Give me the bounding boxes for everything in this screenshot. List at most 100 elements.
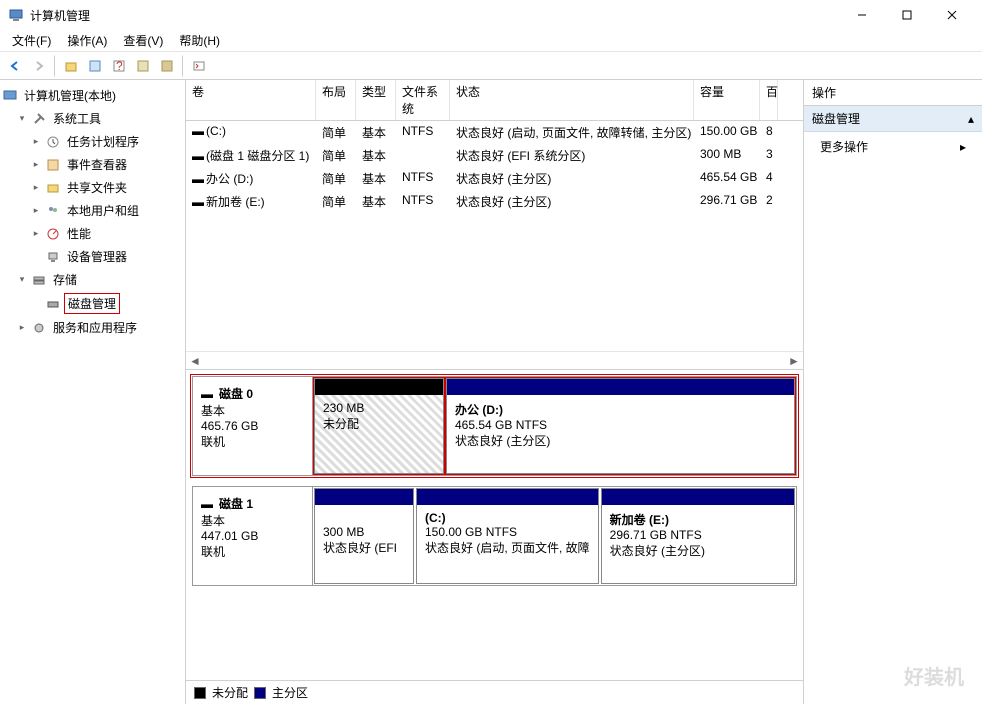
up-button[interactable] [60, 55, 82, 77]
toolbar-separator [182, 55, 184, 77]
expand-icon[interactable]: ▸ [30, 136, 42, 147]
disk-icon: ▬ [201, 497, 219, 511]
actions-pane: 操作 磁盘管理 ▴ 更多操作 ▸ [804, 80, 982, 704]
menubar: 文件(F) 操作(A) 查看(V) 帮助(H) [0, 30, 982, 52]
view-list-button[interactable] [132, 55, 154, 77]
refresh-button[interactable]: ? [108, 55, 130, 77]
actions-header: 操作 [804, 80, 982, 106]
chevron-right-icon: ▸ [960, 140, 966, 154]
horizontal-scrollbar[interactable]: ◄► [186, 351, 803, 369]
menu-action[interactable]: 操作(A) [59, 30, 115, 51]
volume-icon: ▬ [192, 195, 206, 209]
list-row[interactable]: ▬办公 (D:)简单基本NTFS状态良好 (主分区)465.54 GB4 [186, 167, 803, 190]
volume-icon: ▬ [192, 172, 206, 186]
col-filesystem[interactable]: 文件系统 [396, 80, 450, 120]
tree-services-apps[interactable]: ▸服务和应用程序 [2, 316, 183, 339]
forward-button[interactable] [28, 55, 50, 77]
tree-shared-folders[interactable]: ▸共享文件夹 [2, 176, 183, 199]
disk-row-1[interactable]: ▬磁盘 1 基本 447.01 GB 联机 300 MB状态良好 (EFI (C… [192, 486, 797, 586]
tree-storage[interactable]: ▾存储 [2, 268, 183, 291]
col-layout[interactable]: 布局 [316, 80, 356, 120]
window-title: 计算机管理 [30, 7, 90, 24]
legend-swatch-primary [254, 687, 266, 699]
partition-header-navy [447, 379, 794, 395]
expand-icon[interactable]: ▸ [16, 322, 28, 333]
legend-swatch-unallocated [194, 687, 206, 699]
volume-icon: ▬ [192, 124, 206, 138]
expand-icon[interactable]: ▸ [30, 205, 42, 216]
actions-more[interactable]: 更多操作 ▸ [804, 132, 982, 161]
tree-root[interactable]: 计算机管理(本地) [2, 84, 183, 107]
titlebar: 计算机管理 [0, 0, 982, 30]
legend: 未分配 主分区 [186, 680, 803, 704]
users-icon [45, 203, 61, 219]
tree-disk-management[interactable]: 磁盘管理 [2, 291, 183, 316]
tree-event-viewer[interactable]: ▸事件查看器 [2, 153, 183, 176]
tools-icon [31, 111, 47, 127]
expand-icon[interactable]: ▸ [30, 182, 42, 193]
maximize-button[interactable] [884, 0, 929, 30]
disk-icon [45, 296, 61, 312]
expand-icon[interactable]: ▸ [30, 228, 42, 239]
collapse-icon[interactable]: ▾ [16, 274, 28, 285]
disk-icon: ▬ [201, 387, 219, 401]
svg-text:?: ? [116, 59, 123, 73]
tree-performance[interactable]: ▸性能 [2, 222, 183, 245]
view-details-button[interactable] [156, 55, 178, 77]
list-body[interactable]: ▬(C:)简单基本NTFS状态良好 (启动, 页面文件, 故障转储, 主分区)1… [186, 121, 803, 351]
partition-header-black [315, 379, 443, 395]
list-header: 卷 布局 类型 文件系统 状态 容量 百 [186, 80, 803, 121]
col-extra[interactable]: 百 [760, 80, 778, 120]
storage-icon [31, 272, 47, 288]
partition-e[interactable]: 新加卷 (E:)296.71 GB NTFS状态良好 (主分区) [601, 488, 795, 584]
col-type[interactable]: 类型 [356, 80, 396, 120]
menu-view[interactable]: 查看(V) [115, 30, 171, 51]
chevron-up-icon: ▴ [968, 112, 974, 126]
partitions: 230 MB未分配 办公 (D:)465.54 GB NTFS状态良好 (主分区… [313, 377, 796, 475]
col-status[interactable]: 状态 [450, 80, 694, 120]
partitions: 300 MB状态良好 (EFI (C:)150.00 GB NTFS状态良好 (… [313, 487, 796, 585]
log-icon [45, 157, 61, 173]
scroll-left-icon[interactable]: ◄ [186, 354, 204, 368]
tree-task-scheduler[interactable]: ▸任务计划程序 [2, 130, 183, 153]
computer-icon [2, 88, 18, 104]
disk-info: ▬磁盘 1 基本 447.01 GB 联机 [193, 487, 313, 585]
partition-c[interactable]: (C:)150.00 GB NTFS状态良好 (启动, 页面文件, 故障 [416, 488, 599, 584]
back-button[interactable] [4, 55, 26, 77]
legend-label: 主分区 [272, 684, 308, 701]
legend-label: 未分配 [212, 684, 248, 701]
partition-efi[interactable]: 300 MB状态良好 (EFI [314, 488, 414, 584]
list-row[interactable]: ▬(磁盘 1 磁盘分区 1)简单基本状态良好 (EFI 系统分区)300 MB3 [186, 144, 803, 167]
list-row[interactable]: ▬(C:)简单基本NTFS状态良好 (启动, 页面文件, 故障转储, 主分区)1… [186, 121, 803, 144]
volume-list: 卷 布局 类型 文件系统 状态 容量 百 ▬(C:)简单基本NTFS状态良好 (… [186, 80, 803, 370]
tree-pane[interactable]: 计算机管理(本地) ▾ 系统工具 ▸任务计划程序 ▸事件查看器 ▸共享文件夹 ▸… [0, 80, 186, 704]
menu-help[interactable]: 帮助(H) [171, 30, 228, 51]
tree-system-tools[interactable]: ▾ 系统工具 [2, 107, 183, 130]
perf-icon [45, 226, 61, 242]
volume-icon: ▬ [192, 149, 206, 163]
close-button[interactable] [929, 0, 974, 30]
actions-section[interactable]: 磁盘管理 ▴ [804, 106, 982, 132]
col-volume[interactable]: 卷 [186, 80, 316, 120]
minimize-button[interactable] [839, 0, 884, 30]
clock-icon [45, 134, 61, 150]
menu-file[interactable]: 文件(F) [4, 30, 59, 51]
col-capacity[interactable]: 容量 [694, 80, 760, 120]
partition-header-navy [315, 489, 413, 505]
tree-local-users[interactable]: ▸本地用户和组 [2, 199, 183, 222]
center-pane: 卷 布局 类型 文件系统 状态 容量 百 ▬(C:)简单基本NTFS状态良好 (… [186, 80, 804, 704]
gear-icon [31, 320, 47, 336]
disk-row-0[interactable]: ▬磁盘 0 基本 465.76 GB 联机 230 MB未分配 办公 (D:)4… [192, 376, 797, 476]
list-row[interactable]: ▬新加卷 (E:)简单基本NTFS状态良好 (主分区)296.71 GB2 [186, 190, 803, 213]
toolbar-separator [54, 55, 56, 77]
partition-header-navy [417, 489, 598, 505]
properties-button[interactable] [84, 55, 106, 77]
partition-unallocated[interactable]: 230 MB未分配 [314, 378, 444, 474]
expand-icon[interactable]: ▸ [30, 159, 42, 170]
tree-device-manager[interactable]: 设备管理器 [2, 245, 183, 268]
collapse-icon[interactable]: ▾ [16, 113, 28, 124]
toolbar: ? [0, 52, 982, 80]
settings-button[interactable] [188, 55, 210, 77]
partition-d[interactable]: 办公 (D:)465.54 GB NTFS状态良好 (主分区) [446, 378, 795, 474]
scroll-right-icon[interactable]: ► [785, 354, 803, 368]
